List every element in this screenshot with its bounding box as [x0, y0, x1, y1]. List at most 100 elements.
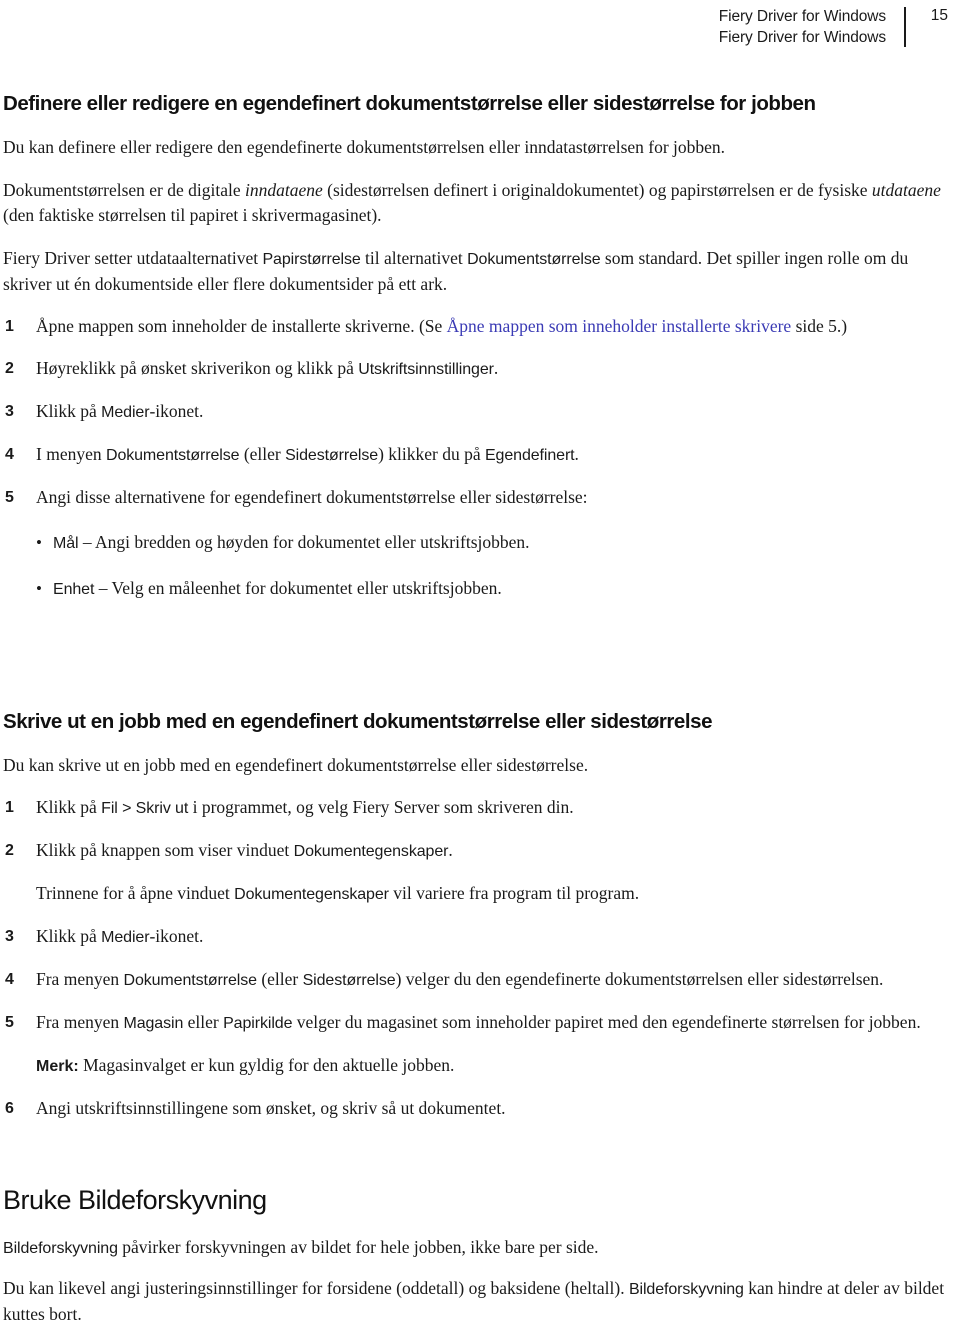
ui-term-mal: Mål: [53, 535, 79, 552]
step-text: Angi disse alternativene for egendefiner…: [36, 487, 588, 507]
step-text: Fra menyen: [36, 1012, 124, 1032]
step-item: 4 Fra menyen Dokumentstørrelse (eller Si…: [3, 967, 952, 993]
step-item: 5 Fra menyen Magasin eller Papirkilde ve…: [3, 1010, 952, 1036]
step-number: 2: [5, 842, 14, 859]
ui-term-papirstorrelse: Papirstørrelse: [262, 251, 361, 268]
bullet-dot-icon: •: [36, 533, 42, 552]
para2-italic-inndataene: inndataene: [245, 180, 323, 200]
step-text: Åpne mappen som inneholder de installert…: [36, 316, 447, 336]
header-divider-rule: [904, 7, 906, 47]
para2-part-a: Dokumentstørrelsen er de digitale: [3, 180, 246, 200]
section3-paragraph-2: Du kan likevel angi justeringsinnstillin…: [3, 1276, 952, 1327]
ui-term-dokumentegenskaper: Dokumentegenskaper: [293, 843, 449, 860]
para3-part-b: til alternativet: [360, 248, 468, 268]
ui-term-magasin: Magasin: [123, 1015, 184, 1032]
step-item: 2 Høyreklikk på ønsket skriverikon og kl…: [3, 356, 952, 382]
ui-term-medier: Medier: [101, 929, 150, 946]
ui-term-medier: Medier: [101, 404, 150, 421]
section-heading-print-custom-size: Skrive ut en jobb med en egendefinert do…: [3, 710, 713, 733]
section-heading-define-custom-size: Definere eller redigere en egendefinert …: [3, 92, 816, 115]
section3-paragraph-1: Bildeforskyvning påvirker forskyvningen …: [3, 1235, 952, 1261]
ui-term-dokumentegenskaper: Dokumentegenskaper: [234, 886, 389, 903]
header-title-line1: Fiery Driver for Windows: [718, 8, 886, 25]
section1-intro-paragraph: Du kan definere eller redigere den egend…: [3, 135, 952, 160]
step-text: Klikk på knappen som viser vinduet: [36, 840, 294, 860]
step-number: 2: [5, 360, 14, 377]
ui-term-enhet: Enhet: [53, 581, 95, 598]
header-title-line2: Fiery Driver for Windows: [718, 29, 886, 46]
chapter-heading-image-shift: Bruke Bildeforskyvning: [3, 1185, 267, 1215]
ui-term-dokumentstorrelse: Dokumentstørrelse: [123, 972, 257, 989]
header-title-block: Fiery Driver for Windows Fiery Driver fo…: [719, 6, 886, 48]
step-text-tail: side 5.): [791, 316, 848, 336]
ui-term-bildeforskyvning: Bildeforskyvning: [628, 1281, 744, 1298]
step-item: 3 Klikk på Medier-ikonet.: [3, 399, 952, 425]
step-item: 1 Åpne mappen som inneholder de installe…: [3, 314, 952, 339]
step-text-mid: (eller: [239, 444, 286, 464]
ui-term-fil-skriv-ut: Fil > Skriv ut: [101, 800, 189, 817]
ui-term-papirkilde: Papirkilde: [223, 1015, 293, 1032]
ui-term-dokumentstorrelse: Dokumentstørrelse: [105, 447, 240, 464]
bullet-dot-icon: •: [36, 579, 42, 598]
step-number: 5: [5, 1014, 14, 1031]
step-text: Klikk på: [36, 401, 102, 421]
bullet-item: • Mål – Angi bredden og høyden for dokum…: [3, 530, 952, 556]
step-text: Klikk på: [36, 926, 102, 946]
step-number: 3: [5, 928, 14, 945]
section2-intro-paragraph: Du kan skrive ut en jobb med en egendefi…: [3, 753, 952, 778]
bullet-text: – Velg en måleenhet for dokumentet eller…: [94, 578, 502, 598]
document-page: Fiery Driver for Windows Fiery Driver fo…: [0, 0, 960, 1324]
ui-term-sidestorrelse: Sidestørrelse: [302, 972, 396, 989]
ui-term-bildeforskyvning: Bildeforskyvning: [3, 1240, 118, 1257]
step-item: 5 Angi disse alternativene for egendefin…: [3, 485, 952, 510]
note-paragraph: Merk: Magasinvalget er kun gyldig for de…: [3, 1053, 952, 1079]
step-number: 1: [5, 799, 14, 816]
ui-term-egendefinert: Egendefinert: [484, 447, 575, 464]
step-number: 1: [5, 318, 14, 335]
step-text-mid: eller: [183, 1012, 224, 1032]
step-item: 1 Klikk på Fil > Skriv ut i programmet, …: [3, 795, 952, 821]
section1-paragraph-3: Fiery Driver setter utdataalternativet P…: [3, 246, 952, 297]
step-text-tail: ) velger du den egendefinerte dokumentst…: [395, 969, 884, 989]
step-number: 4: [5, 446, 14, 463]
step-text-mid: (eller: [256, 969, 303, 989]
bullet-text: – Angi bredden og høyden for dokumentet …: [78, 532, 530, 552]
step-text-tail: .: [574, 444, 579, 464]
step-text: Høyreklikk på ønsket skriverikon og klik…: [36, 358, 359, 378]
step-text-mid2: ) klikker du på: [378, 444, 485, 464]
section1-paragraph-2: Dokumentstørrelsen er de digitale inndat…: [3, 178, 952, 228]
ui-term-utskriftsinnstillinger: Utskriftsinnstillinger: [358, 361, 494, 378]
note-label: Merk:: [36, 1058, 79, 1075]
section1-intro-text: Du kan definere eller redigere den egend…: [3, 137, 726, 157]
step-text: I menyen: [36, 444, 106, 464]
step-item: 6 Angi utskriftsinnstillingene som ønske…: [3, 1096, 952, 1121]
para2-italic-utdataene: utdataene: [871, 180, 941, 200]
ui-term-dokumentstorrelse: Dokumentstørrelse: [467, 251, 601, 268]
step-text-tail: .: [493, 358, 499, 378]
step-text-tail: -ikonet.: [149, 401, 204, 421]
cross-reference-link[interactable]: Åpne mappen som inneholder installerte s…: [447, 316, 792, 336]
step-text-tail: -ikonet.: [149, 926, 204, 946]
step-number: 6: [5, 1100, 14, 1117]
para2-part-c: (den faktiske størrelsen til papiret i s…: [3, 205, 382, 225]
ui-term-sidestorrelse: Sidestørrelse: [285, 447, 379, 464]
step-item: 4 I menyen Dokumentstørrelse (eller Side…: [3, 442, 952, 468]
bullet-item: • Enhet – Velg en måleenhet for dokument…: [3, 576, 952, 602]
step-text-tail: i programmet, og velg Fiery Server som s…: [188, 797, 574, 817]
step-text: Angi utskriftsinnstillingene som ønsket,…: [36, 1098, 506, 1118]
step-text-tail: .: [448, 840, 453, 860]
step-text: Klikk på: [36, 797, 102, 817]
page-header: Fiery Driver for Windows Fiery Driver fo…: [3, 0, 952, 58]
para3-part-a: Fiery Driver setter utdataalternativet: [3, 248, 263, 268]
page-number: 15: [930, 7, 948, 24]
step-number: 5: [5, 489, 14, 506]
step-continuation-paragraph: Trinnene for å åpne vinduet Dokumentegen…: [3, 881, 952, 907]
section2-intro-text: Du kan skrive ut en jobb med en egendefi…: [3, 755, 589, 775]
section3-para1-text: påvirker forskyvningen av bildet for hel…: [117, 1237, 599, 1257]
step-item: 3 Klikk på Medier-ikonet.: [3, 924, 952, 950]
step-item: 2 Klikk på knappen som viser vinduet Dok…: [3, 838, 952, 864]
step-number: 4: [5, 971, 14, 988]
note-text: Magasinvalget er kun gyldig for den aktu…: [78, 1055, 455, 1075]
substep-text: Trinnene for å åpne vinduet: [36, 883, 235, 903]
